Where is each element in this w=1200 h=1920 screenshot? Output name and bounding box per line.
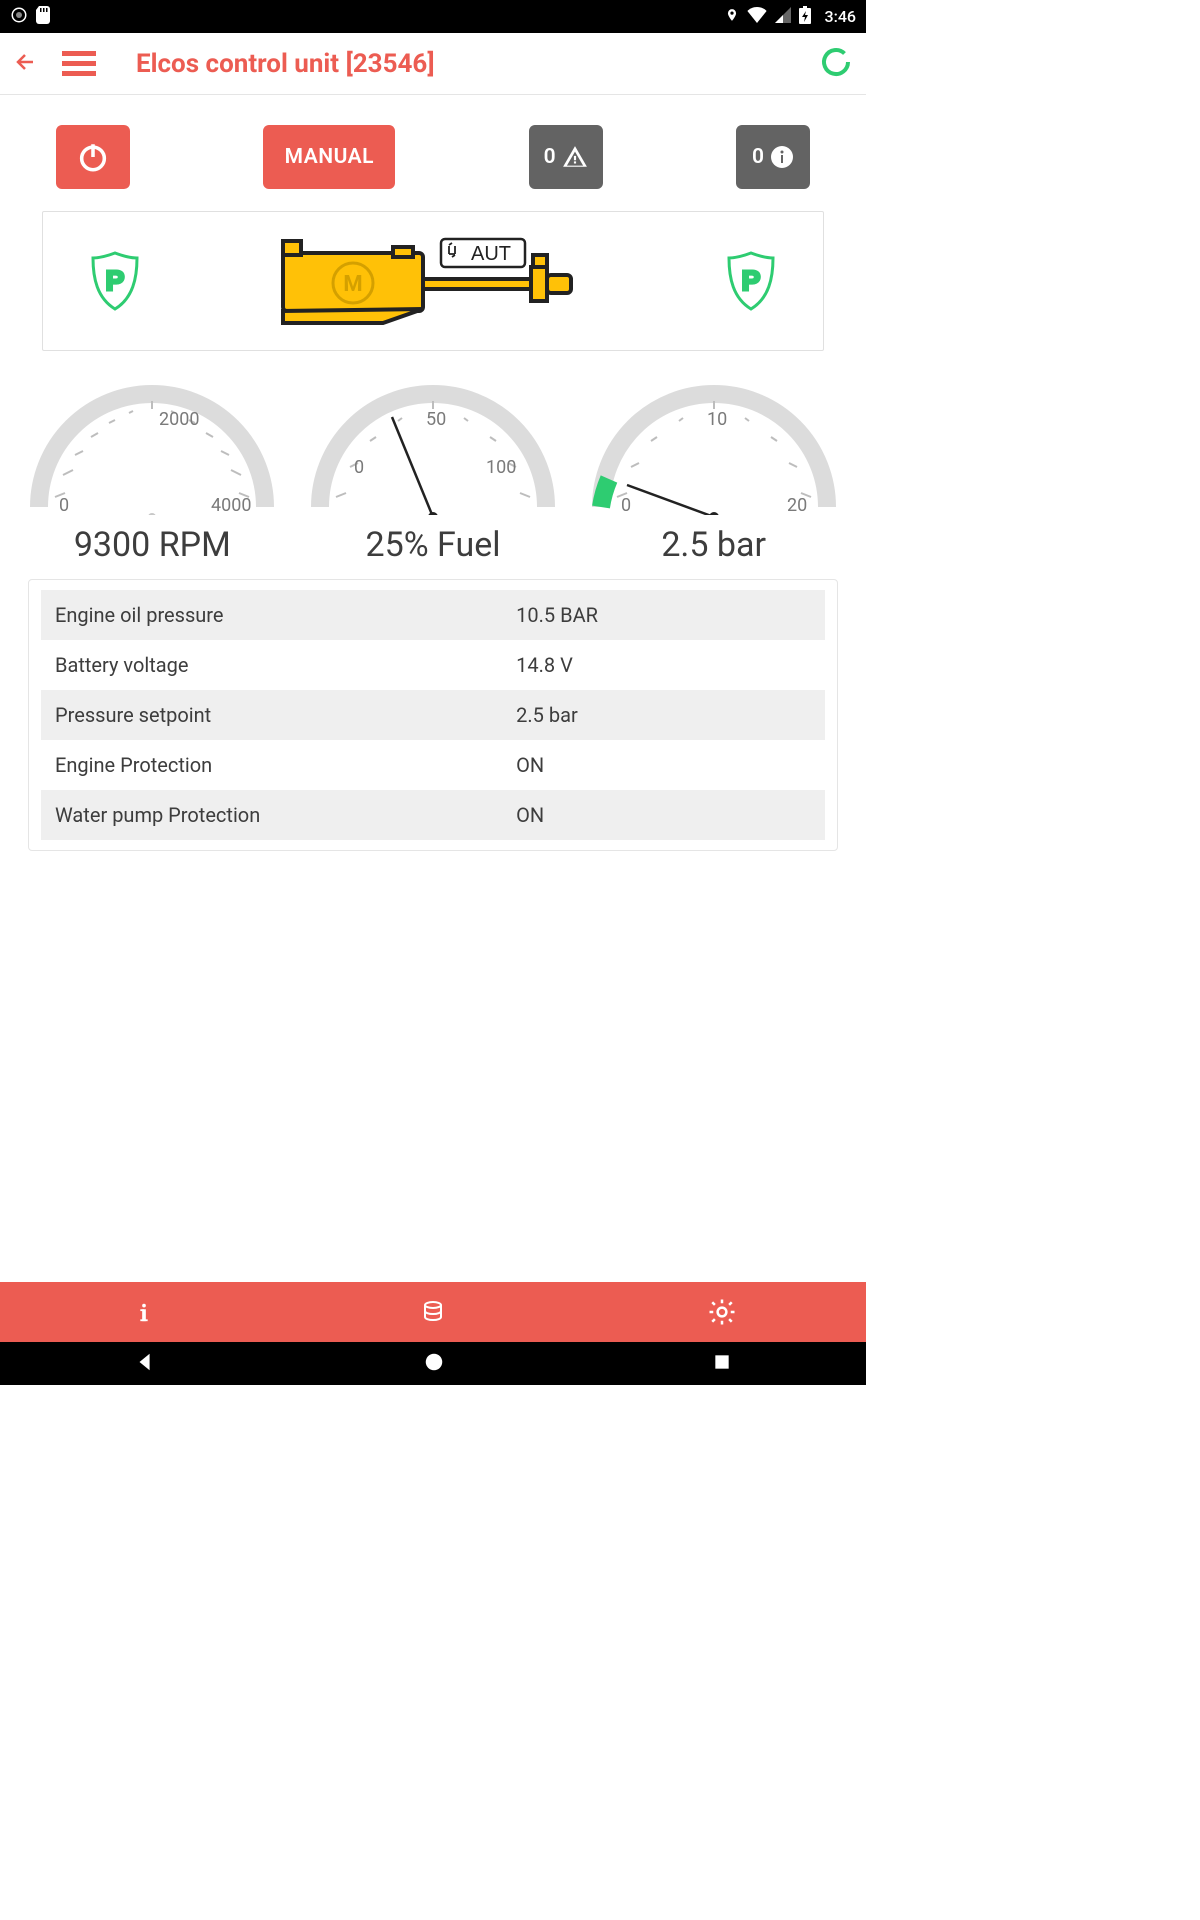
svg-text:M: M: [343, 272, 362, 297]
table-row: Pressure setpoint2.5 bar: [41, 690, 825, 740]
gauge-pressure-label: 2.5 bar: [661, 525, 766, 565]
table-row: Engine ProtectionON: [41, 740, 825, 790]
android-status-bar: 3:46: [0, 0, 866, 33]
tab-info[interactable]: [0, 1299, 289, 1325]
gauge-rpm: 0 2000 4000 9300 RPM: [12, 377, 293, 565]
power-button[interactable]: [56, 125, 130, 189]
back-button[interactable]: [14, 50, 38, 78]
gauge-row: 0 2000 4000 9300 RPM 0 50 100: [0, 351, 866, 565]
svg-text:P: P: [742, 265, 761, 296]
battery-icon: [799, 6, 811, 28]
svg-text:0: 0: [354, 457, 364, 478]
svg-text:0: 0: [59, 495, 69, 515]
menu-button[interactable]: [62, 51, 96, 76]
protection-left-icon: P: [89, 250, 141, 312]
table-row: Water pump ProtectionON: [41, 790, 825, 840]
sdcard-icon: [36, 6, 50, 28]
info-button[interactable]: 0: [736, 125, 810, 189]
location-icon: [725, 6, 739, 28]
svg-text:P: P: [106, 265, 125, 296]
device-status-card: P M AUT P: [42, 211, 824, 351]
signal-icon: [775, 7, 791, 27]
wifi-icon: [747, 7, 767, 27]
svg-text:100: 100: [486, 457, 516, 478]
manual-button[interactable]: MANUAL: [263, 125, 395, 189]
svg-text:20: 20: [787, 495, 807, 515]
data-table: Engine oil pressure10.5 BAR Battery volt…: [28, 579, 838, 851]
app-header: Elcos control unit [23546]: [0, 33, 866, 95]
nav-back[interactable]: [134, 1351, 156, 1377]
status-time: 3:46: [825, 7, 857, 26]
bottom-tab-bar: [0, 1282, 866, 1342]
gauge-fuel-label: 25% Fuel: [365, 525, 500, 565]
action-button-row: MANUAL 0 0: [0, 95, 866, 211]
android-nav-bar: [0, 1342, 866, 1385]
page-title: Elcos control unit [23546]: [136, 49, 820, 79]
camera-icon: [10, 6, 28, 28]
tab-data[interactable]: [289, 1300, 578, 1324]
nav-home[interactable]: [423, 1351, 445, 1377]
svg-text:0: 0: [621, 495, 631, 515]
svg-text:50: 50: [426, 409, 446, 430]
table-row: Engine oil pressure10.5 BAR: [41, 590, 825, 640]
nav-recent[interactable]: [712, 1352, 732, 1376]
protection-right-icon: P: [725, 250, 777, 312]
gauge-pressure: 0 10 20 2.5 bar: [573, 377, 854, 565]
tab-settings[interactable]: [577, 1297, 866, 1327]
table-row: Battery voltage14.8 V: [41, 640, 825, 690]
alerts-count: 0: [544, 145, 556, 169]
refresh-button[interactable]: [820, 46, 852, 82]
info-count: 0: [752, 145, 764, 169]
svg-text:10: 10: [707, 409, 727, 430]
alerts-button[interactable]: 0: [529, 125, 603, 189]
svg-text:2000: 2000: [159, 409, 199, 430]
gauge-fuel: 0 50 100 25% Fuel: [293, 377, 574, 565]
svg-text:4000: 4000: [211, 495, 251, 515]
engine-graphic: M AUT: [273, 231, 593, 331]
gauge-rpm-label: 9300 RPM: [74, 525, 231, 565]
svg-text:AUT: AUT: [471, 243, 511, 265]
